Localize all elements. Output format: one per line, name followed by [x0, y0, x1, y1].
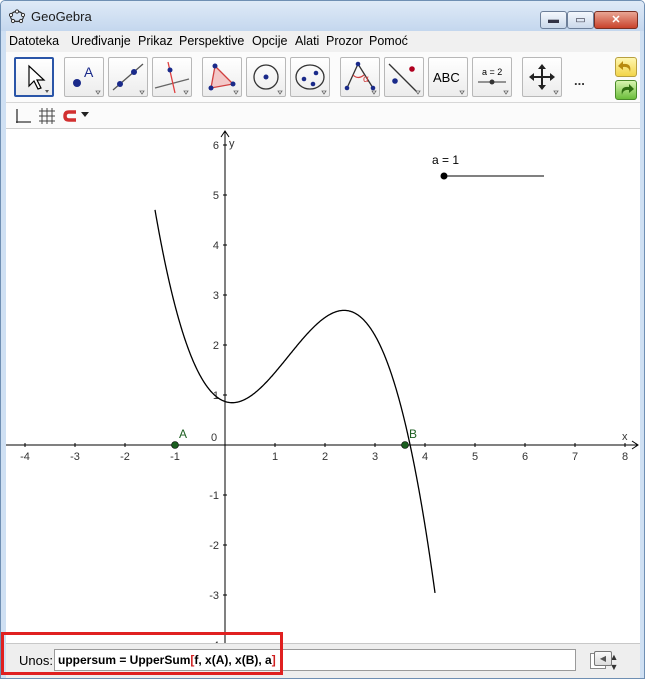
x-tick-label: 6 [522, 451, 528, 463]
x-tick-label: 4 [422, 451, 428, 463]
arrow-cursor-icon [28, 64, 49, 93]
svg-text:A: A [84, 64, 94, 80]
title-bar: GeoGebra ▬ ▭ ✕ [1, 1, 644, 31]
slider-a-label: a = 1 [432, 153, 459, 167]
style-bar [6, 103, 640, 129]
x-tick-label: 7 [572, 451, 578, 463]
graphics-canvas[interactable]: -4 -3 -2 -1 1 2 3 4 5 6 7 8 -4 -3 -2 -1 1 2 3 4 5 6 x y 0 a … [6, 129, 640, 643]
ellipse-icon [295, 64, 327, 95]
y-tick-label: -3 [209, 590, 219, 602]
point-B[interactable] [401, 441, 409, 449]
maximize-button[interactable]: ▭ [567, 11, 594, 29]
slider-a[interactable]: a = 1 [432, 153, 544, 180]
x-axis-ticks: -4 -3 -2 -1 1 2 3 4 5 6 7 8 [20, 443, 628, 463]
polygon-icon [208, 63, 239, 95]
polygon-tool-button[interactable] [202, 57, 242, 97]
undo-button[interactable] [615, 57, 637, 77]
point-tool-button[interactable]: A [64, 57, 104, 97]
minimize-button[interactable]: ▬ [540, 11, 567, 29]
perpendicular-line-tool-button[interactable] [152, 57, 192, 97]
input-highlight-box [1, 632, 283, 675]
input-help-button[interactable]: ◀ [594, 651, 612, 666]
show-grid-icon[interactable] [38, 107, 56, 125]
y-tick-label: 4 [213, 240, 219, 252]
y-tick-label: 2 [213, 340, 219, 352]
slider-tool-label: a = 2 [482, 67, 502, 77]
alpha-symbol: α [363, 74, 369, 85]
y-tick-label: 5 [213, 190, 219, 202]
point-label-A: A [179, 427, 187, 441]
x-tick-label: -4 [20, 451, 30, 463]
y-tick-label: 6 [213, 140, 219, 152]
point-capturing-magnet-icon[interactable] [62, 107, 80, 125]
x-tick-label: 8 [622, 451, 628, 463]
x-axis-label: x [622, 431, 628, 443]
redo-icon [621, 84, 634, 95]
x-tick-label: 1 [272, 451, 278, 463]
text-tool-icon: ABC [433, 70, 465, 95]
more-tools-button[interactable]: ... [574, 73, 585, 88]
function-f-curve[interactable] [154, 209, 436, 593]
y-axis-label: y [229, 138, 235, 150]
undo-icon [618, 61, 631, 72]
move-arrows-icon [529, 64, 559, 95]
x-tick-label: 5 [472, 451, 478, 463]
move-tool-button[interactable] [14, 57, 54, 97]
redo-button[interactable] [615, 80, 637, 100]
menu-window[interactable]: Prozor [326, 34, 363, 48]
line-tool-button[interactable] [108, 57, 148, 97]
line-through-points-icon [112, 63, 145, 95]
x-tick-label: 3 [372, 451, 378, 463]
menu-tools[interactable]: Alati [295, 34, 319, 48]
chevron-down-icon[interactable] [81, 112, 89, 118]
show-axes-icon[interactable] [14, 107, 32, 125]
conic-tool-button[interactable] [290, 57, 330, 97]
move-graphics-tool-button[interactable] [522, 57, 562, 97]
circle-tool-button[interactable] [246, 57, 286, 97]
slider-a-handle[interactable] [440, 172, 448, 180]
reflect-tool-button[interactable] [384, 57, 424, 97]
slider-tool-button[interactable]: a = 2 [472, 57, 512, 97]
geogebra-window: GeoGebra ▬ ▭ ✕ Datoteka Uređivanje Prika… [0, 0, 645, 679]
graphics-view[interactable]: -4 -3 -2 -1 1 2 3 4 5 6 7 8 -4 -3 -2 -1 1 2 3 4 5 6 x y 0 a … [6, 129, 640, 643]
menu-bar: Datoteka Uređivanje Prikaz Perspektive O… [6, 31, 640, 52]
menu-help[interactable]: Pomoć [369, 34, 408, 48]
menu-view[interactable]: Prikaz [138, 34, 173, 48]
close-button[interactable]: ✕ [594, 11, 638, 29]
y-tick-label: -2 [209, 540, 219, 552]
window-title: GeoGebra [31, 9, 92, 24]
angle-tool-button[interactable]: α [340, 57, 380, 97]
tool-bar: A α ABC a = 2 ... [6, 52, 640, 103]
text-tool-button[interactable]: ABC [428, 57, 468, 97]
point-icon: A [73, 64, 101, 95]
x-tick-label: -1 [170, 451, 180, 463]
menu-edit[interactable]: Uređivanje [71, 34, 131, 48]
point-label-B: B [409, 427, 417, 441]
reflect-line-icon [388, 63, 421, 95]
circle-icon [253, 64, 283, 95]
angle-icon: α [344, 61, 377, 95]
x-tick-label: -2 [120, 451, 130, 463]
point-A[interactable] [171, 441, 179, 449]
x-tick-label: -3 [70, 451, 80, 463]
text-tool-label: ABC [433, 70, 460, 85]
menu-perspectives[interactable]: Perspektive [179, 34, 244, 48]
slider-tool-icon: a = 2 [478, 67, 509, 95]
geogebra-logo-icon [9, 9, 25, 24]
perpendicular-line-icon [154, 61, 190, 95]
y-tick-label: 3 [213, 290, 219, 302]
x-tick-label: 2 [322, 451, 328, 463]
y-tick-label: -1 [209, 490, 219, 502]
origin-label: 0 [211, 432, 217, 444]
menu-file[interactable]: Datoteka [9, 34, 59, 48]
menu-options[interactable]: Opcije [252, 34, 287, 48]
